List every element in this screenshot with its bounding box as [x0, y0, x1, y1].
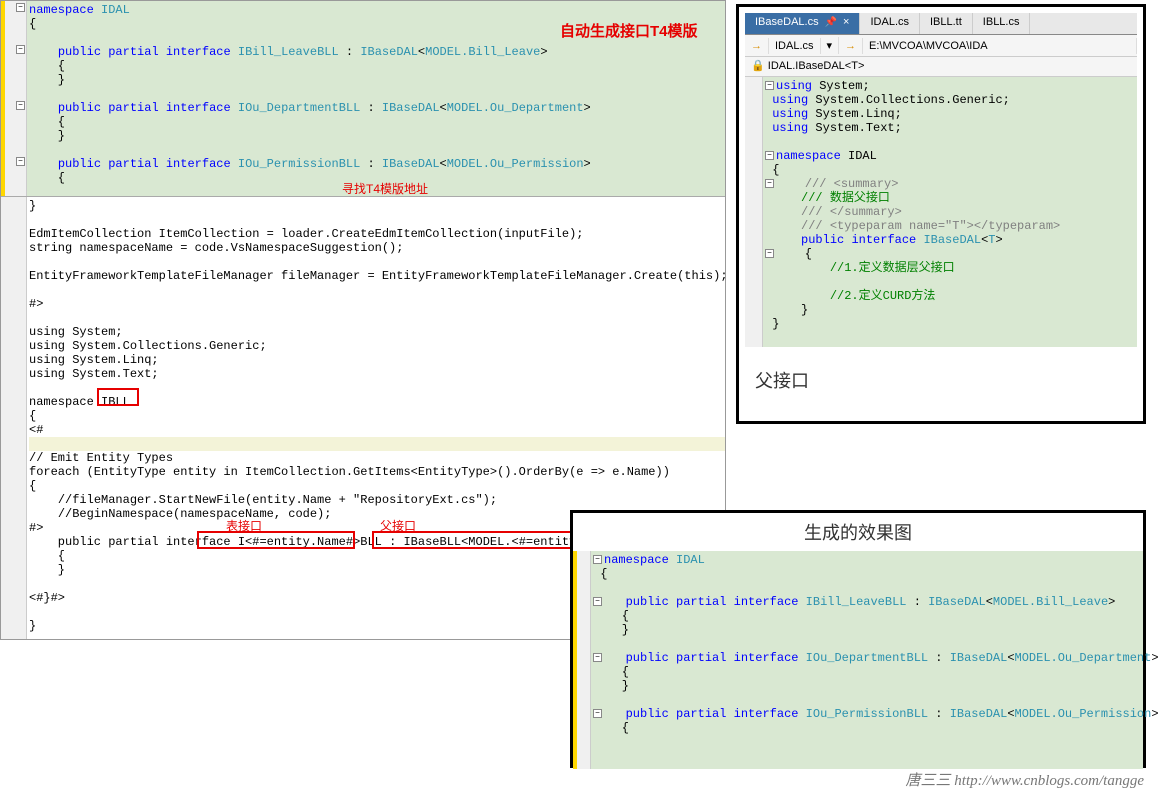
- ns-name: IDAL: [101, 3, 130, 17]
- fold-icon[interactable]: −: [765, 151, 774, 160]
- pin-icon[interactable]: 📌: [825, 17, 837, 28]
- fold-icon[interactable]: −: [765, 249, 774, 258]
- red-box-tpl2: [372, 531, 590, 549]
- right-code-area[interactable]: −using System; using System.Collections.…: [745, 77, 1137, 347]
- member-dropdown[interactable]: 🔒 IDAL.IBaseDAL<T>: [745, 57, 1137, 77]
- tab-iblltt[interactable]: IBLL.tt: [920, 13, 973, 34]
- tab-idal[interactable]: IDAL.cs: [860, 13, 920, 34]
- fold-icon[interactable]: −: [593, 555, 602, 564]
- annotation-auto-gen: 自动生成接口T4模版: [560, 20, 698, 41]
- kw-namespace: namespace: [29, 3, 94, 17]
- nav-arrow-icon[interactable]: →: [745, 38, 769, 54]
- fold-icon[interactable]: −: [16, 45, 25, 54]
- watermark: 唐三三 http://www.cnblogs.com/tangge: [906, 769, 1144, 790]
- fold-icon[interactable]: −: [593, 709, 602, 718]
- fold-icon[interactable]: −: [765, 179, 774, 188]
- right-panel: IBaseDAL.cs📌× IDAL.cs IBLL.tt IBLL.cs → …: [736, 4, 1146, 424]
- fold-icon[interactable]: −: [16, 101, 25, 110]
- nav-arrow-icon[interactable]: →: [839, 38, 863, 54]
- bottom-code-area[interactable]: −namespace IDAL { − public partial inter…: [573, 551, 1143, 769]
- fold-icon[interactable]: −: [16, 157, 25, 166]
- tab-bar: IBaseDAL.cs📌× IDAL.cs IBLL.tt IBLL.cs: [745, 13, 1137, 35]
- annotation-find-t4: 寻找T4模版地址: [342, 180, 428, 197]
- nav-dropdown-icon[interactable]: ▾: [821, 37, 840, 54]
- nav-project[interactable]: IDAL.cs: [769, 38, 821, 54]
- nav-bar: → IDAL.cs ▾ → E:\MVCOA\MVCOA\IDA: [745, 35, 1137, 57]
- gutter: − − − −: [1, 1, 27, 196]
- gutter: [745, 77, 763, 347]
- red-box-tpl1: [197, 531, 355, 549]
- nav-path[interactable]: E:\MVCOA\MVCOA\IDA: [863, 38, 1137, 54]
- gutter: [573, 551, 591, 769]
- fold-icon[interactable]: −: [16, 3, 25, 12]
- effect-title: 生成的效果图: [573, 513, 1143, 551]
- parent-label: 父接口: [755, 367, 1137, 393]
- gutter: [1, 197, 27, 640]
- fold-icon[interactable]: −: [593, 597, 602, 606]
- red-box-ibll: [97, 388, 139, 406]
- tab-ibasedal[interactable]: IBaseDAL.cs📌×: [745, 13, 860, 34]
- close-icon[interactable]: ×: [843, 16, 849, 28]
- tab-ibllcs[interactable]: IBLL.cs: [973, 13, 1031, 34]
- fold-icon[interactable]: −: [765, 81, 774, 90]
- fold-icon[interactable]: −: [593, 653, 602, 662]
- bottom-panel: 生成的效果图 −namespace IDAL { − public partia…: [570, 510, 1146, 768]
